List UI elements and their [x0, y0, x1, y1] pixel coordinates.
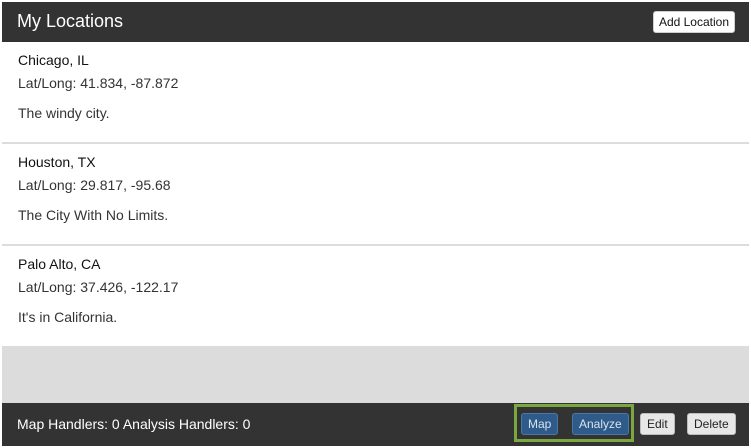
- add-location-button[interactable]: Add Location: [652, 11, 735, 33]
- location-description: The windy city.: [18, 105, 110, 121]
- location-coords: Lat/Long: 29.817, -95.68: [18, 177, 171, 193]
- list-item[interactable]: Houston, TX Lat/Long: 29.817, -95.68 The…: [2, 144, 749, 244]
- page-title: My Locations: [17, 11, 124, 31]
- location-coords: Lat/Long: 37.426, -122.17: [18, 279, 179, 295]
- location-name: Palo Alto, CA: [18, 256, 101, 272]
- app-window: My Locations Add Location Chicago, IL La…: [2, 2, 749, 446]
- list-item[interactable]: Chicago, IL Lat/Long: 41.834, -87.872 Th…: [2, 42, 749, 142]
- footer-bar: Map Handlers: 0 Analysis Handlers: 0 Map…: [2, 403, 749, 446]
- delete-button[interactable]: Delete: [687, 413, 736, 435]
- list-item[interactable]: Palo Alto, CA Lat/Long: 37.426, -122.17 …: [2, 246, 749, 346]
- locations-list: Chicago, IL Lat/Long: 41.834, -87.872 Th…: [2, 42, 749, 348]
- map-button[interactable]: Map: [521, 413, 559, 435]
- location-name: Houston, TX: [18, 154, 96, 170]
- header-bar: My Locations Add Location: [2, 2, 749, 42]
- location-name: Chicago, IL: [18, 52, 89, 68]
- handler-status: Map Handlers: 0 Analysis Handlers: 0: [17, 416, 251, 432]
- location-description: It's in California.: [18, 309, 118, 325]
- analyze-button[interactable]: Analyze: [572, 413, 629, 435]
- edit-button[interactable]: Edit: [640, 413, 675, 435]
- location-coords: Lat/Long: 41.834, -87.872: [18, 75, 179, 91]
- location-description: The City With No Limits.: [18, 207, 169, 223]
